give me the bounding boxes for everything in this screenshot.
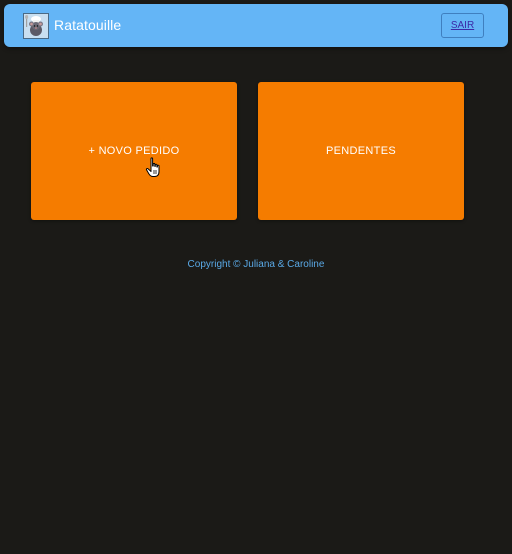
logout-button[interactable]: SAIR (441, 13, 484, 38)
app-title: Ratatouille (54, 17, 122, 33)
new-order-card[interactable]: + NOVO PEDIDO (31, 82, 237, 220)
ratatouille-logo-icon (23, 13, 49, 39)
pending-orders-card[interactable]: PENDENTES (258, 82, 464, 220)
app-bar: Ratatouille SAIR (4, 4, 508, 47)
footer: Copyright © Juliana & Caroline (0, 259, 512, 270)
copyright-text: Copyright © Juliana & Caroline (187, 259, 325, 270)
new-order-label: + NOVO PEDIDO (88, 145, 180, 157)
pending-orders-label: PENDENTES (326, 145, 396, 157)
hand-pointer-icon (145, 157, 165, 179)
